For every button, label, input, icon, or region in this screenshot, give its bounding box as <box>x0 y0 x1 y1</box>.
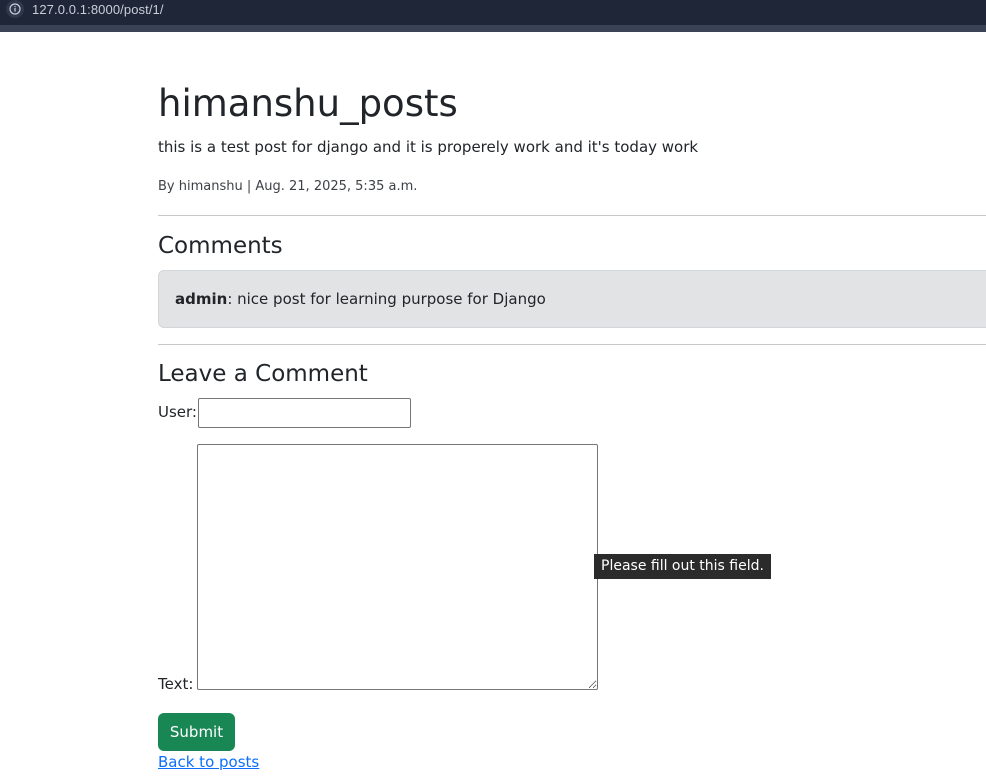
comment-card: admin: nice post for learning purpose fo… <box>158 270 986 328</box>
url-text[interactable]: 127.0.0.1:8000/post/1/ <box>32 2 164 17</box>
user-label: User: <box>158 403 197 421</box>
submit-button[interactable]: Submit <box>158 713 235 751</box>
back-to-posts-link[interactable]: Back to posts <box>158 752 259 772</box>
comment-author: admin <box>175 290 228 308</box>
divider <box>158 344 986 345</box>
post-meta: By himanshu | Aug. 21, 2025, 5:35 a.m. <box>158 179 418 194</box>
post-body: this is a test post for django and it is… <box>158 138 699 156</box>
user-input[interactable] <box>198 398 411 428</box>
leave-comment-heading: Leave a Comment <box>158 361 368 387</box>
url-row[interactable]: 127.0.0.1:8000/post/1/ <box>6 0 164 18</box>
comments-heading: Comments <box>158 233 283 259</box>
validation-tooltip: Please fill out this field. <box>594 554 771 579</box>
comment-textarea[interactable] <box>197 444 598 690</box>
divider <box>158 215 986 216</box>
browser-address-bar: 127.0.0.1:8000/post/1/ <box>0 0 986 32</box>
post-title: himanshu_posts <box>158 82 458 125</box>
text-label: Text: <box>158 675 194 693</box>
comment-text: : nice post for learning purpose for Dja… <box>227 290 546 308</box>
comment-line: admin: nice post for learning purpose fo… <box>175 289 546 309</box>
info-icon[interactable] <box>6 0 24 18</box>
